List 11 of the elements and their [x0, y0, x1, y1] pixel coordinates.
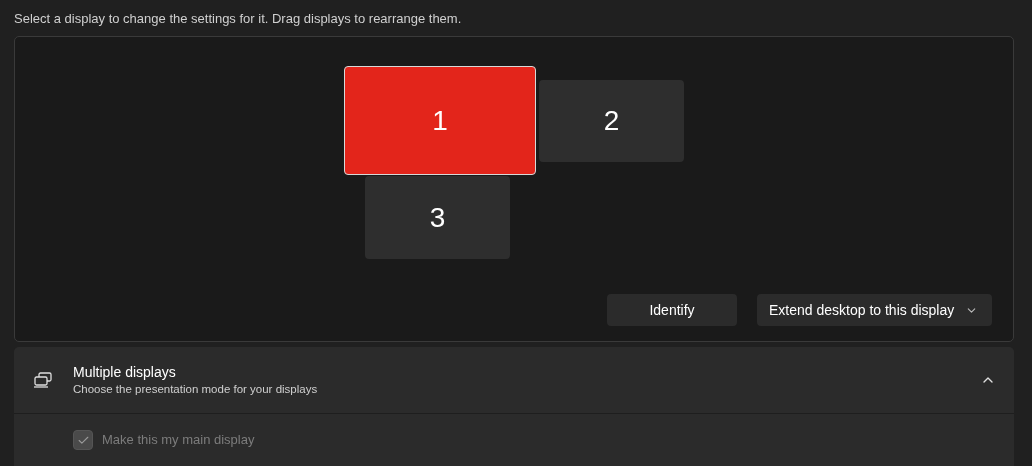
multiple-displays-header[interactable]: Multiple displays Choose the presentation mode for your displays	[14, 347, 1014, 414]
display-tile[interactable]: 3	[365, 176, 510, 259]
mode-dropdown[interactable]: Extend desktop to this display	[757, 294, 992, 326]
displays-icon	[33, 372, 53, 388]
section-subtitle: Choose the presentation mode for your displays	[73, 382, 319, 397]
display-tile[interactable]: 1	[344, 66, 536, 175]
section-title: Multiple displays	[73, 363, 177, 381]
display-tile[interactable]: 2	[539, 80, 684, 162]
checkbox-label: Make this my main display	[102, 431, 255, 450]
identify-button[interactable]: Identify	[607, 294, 737, 326]
instruction-text: Select a display to change the settings for it. Drag displays to rearrange them.	[14, 10, 463, 28]
